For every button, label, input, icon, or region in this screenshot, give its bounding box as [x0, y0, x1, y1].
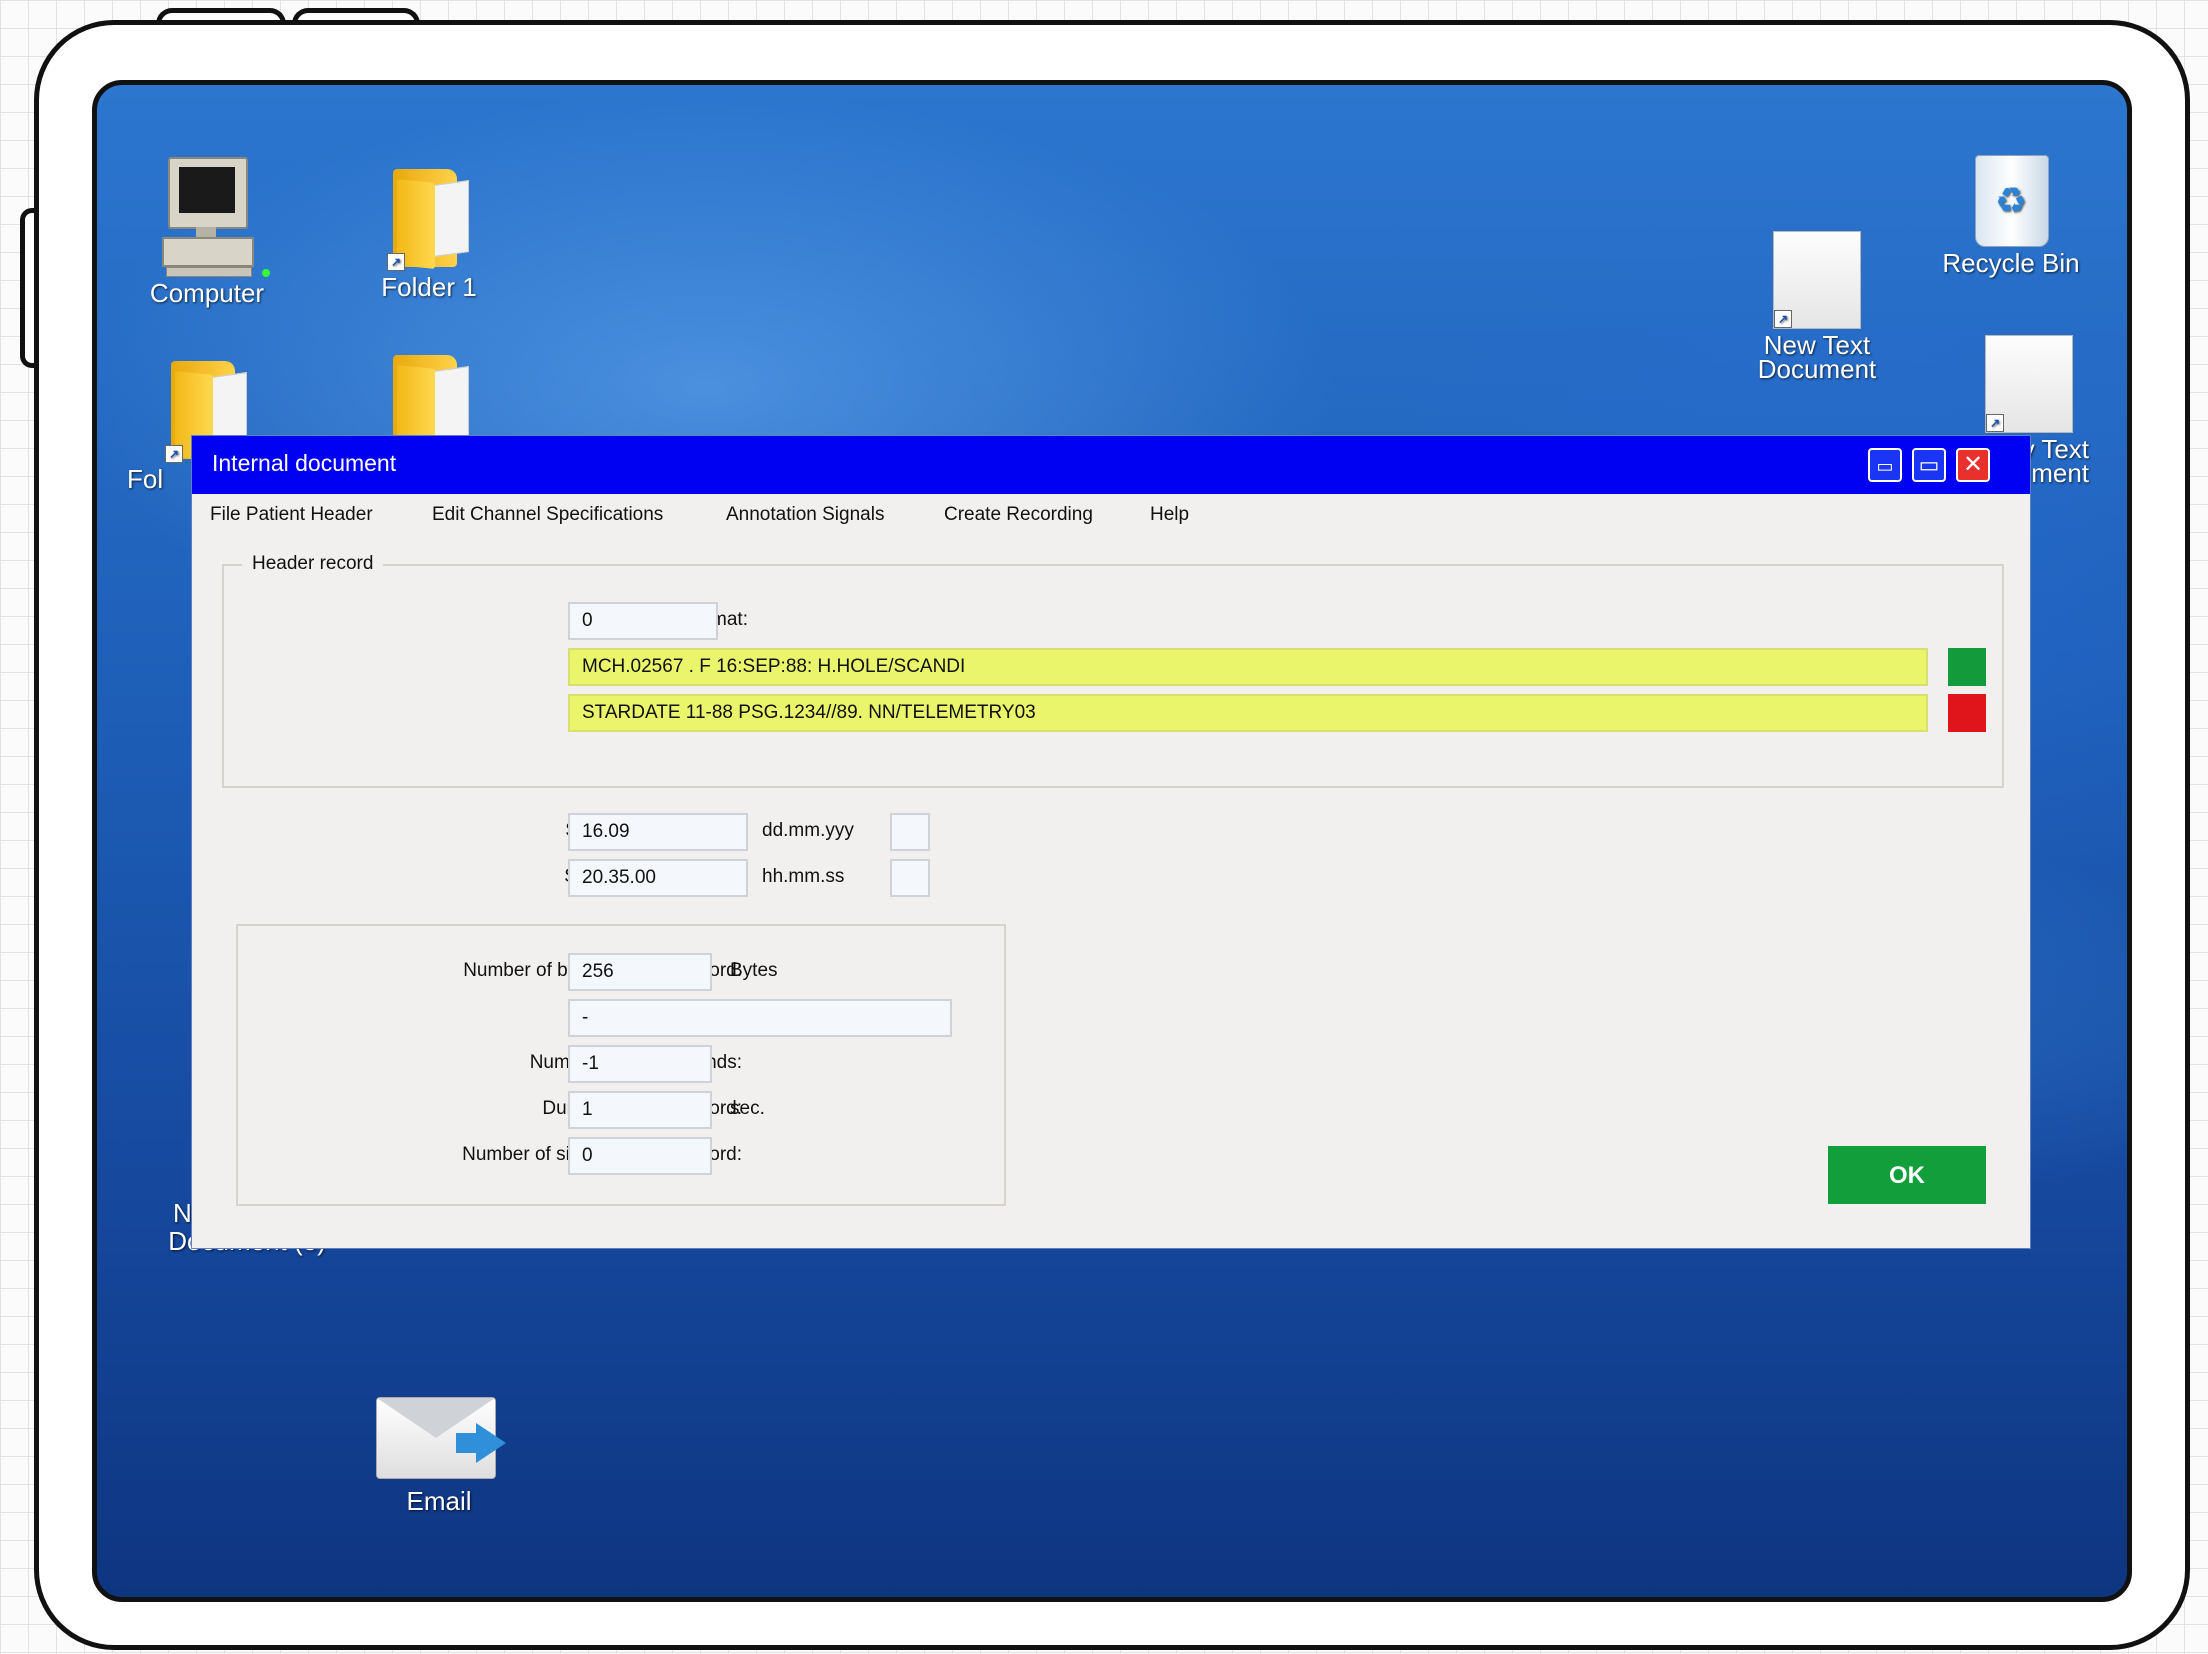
bytes-field[interactable]: 256: [568, 953, 712, 991]
window-title: Internal document: [212, 450, 397, 476]
recycle-bin-icon: ♻: [1971, 143, 2051, 247]
version-field[interactable]: 0: [568, 602, 718, 640]
internal-document-window: Internal document ▭ ▭ ✕ File Patient Hea…: [192, 436, 2030, 1248]
start-date-field[interactable]: 16.09: [568, 813, 748, 851]
duration-field[interactable]: 1: [568, 1091, 712, 1129]
title-bar[interactable]: Internal document ▭ ▭ ✕: [192, 436, 2030, 494]
person-id-field[interactable]: MCH.02567 . F 16:SEP:88: H.HOLE/SCANDI: [568, 648, 1928, 686]
menu-help[interactable]: Help: [1150, 504, 1189, 526]
date-checkbox[interactable]: [890, 813, 930, 851]
start-time-field[interactable]: 20.35.00: [568, 859, 748, 897]
text-document-icon: ↗: [1985, 335, 2073, 433]
time-checkbox[interactable]: [890, 859, 930, 897]
signals-field[interactable]: 0: [568, 1137, 712, 1175]
reserved-field[interactable]: -: [568, 999, 952, 1037]
desktop-icon-label: New Text Document: [1757, 330, 1877, 384]
menu-create-recording[interactable]: Create Recording: [944, 504, 1093, 526]
email-icon: [376, 1397, 506, 1481]
desktop-icon-label: Computer: [149, 278, 265, 308]
menu-bar: File Patient Header Edit Channel Specifi…: [192, 494, 2030, 534]
minimize-button[interactable]: ▭: [1868, 448, 1902, 482]
desktop-icon-new-text-document[interactable]: ↗ New Text Document: [1737, 231, 1897, 384]
ok-button[interactable]: OK: [1828, 1146, 1986, 1204]
time-format-hint: hh.mm.ss: [762, 866, 845, 887]
menu-file-patient-header[interactable]: File Patient Header: [210, 504, 373, 526]
desktop-icon-computer[interactable]: Computer: [127, 157, 287, 308]
desktop-icon-email[interactable]: Email: [359, 1397, 519, 1516]
maximize-button[interactable]: ▭: [1912, 448, 1946, 482]
maximize-icon: ▭: [1918, 452, 1940, 477]
minimize-icon: ▭: [1876, 456, 1894, 476]
data-seconds-field[interactable]: -1: [568, 1045, 712, 1083]
menu-edit-channel-specifications[interactable]: Edit Channel Specifications: [432, 504, 663, 526]
close-button[interactable]: ✕: [1956, 448, 1990, 482]
desktop-icon-label: Recycle Bin: [1942, 248, 2080, 278]
folder-icon: ↗: [387, 161, 471, 271]
desktop-icon-recycle-bin[interactable]: ♻ Recycle Bin: [1931, 143, 2091, 278]
section-separator: [222, 786, 2004, 788]
computer-icon: [162, 157, 270, 277]
duration-unit: sec.: [730, 1098, 765, 1119]
text-document-icon: ↗: [1773, 231, 1861, 329]
close-icon: ✕: [1962, 451, 1984, 478]
person-id-status-indicator: [1948, 648, 1986, 686]
header-record-legend: Header record: [242, 553, 384, 575]
date-format-hint: dd.mm.yyy: [762, 820, 854, 841]
recording-id-status-indicator: [1948, 694, 1986, 732]
recording-id-field[interactable]: STARDATE 11-88 PSG.1234//89. NN/TELEMETR…: [568, 694, 1928, 732]
menu-annotation-signals[interactable]: Annotation Signals: [726, 504, 884, 526]
desktop-icon-folder-1[interactable]: ↗ Folder 1: [349, 161, 509, 302]
bytes-unit: Bytes: [730, 960, 778, 981]
desktop-icon-label: Folder 1: [381, 272, 477, 302]
desktop-icon-label: Email: [406, 1486, 472, 1516]
